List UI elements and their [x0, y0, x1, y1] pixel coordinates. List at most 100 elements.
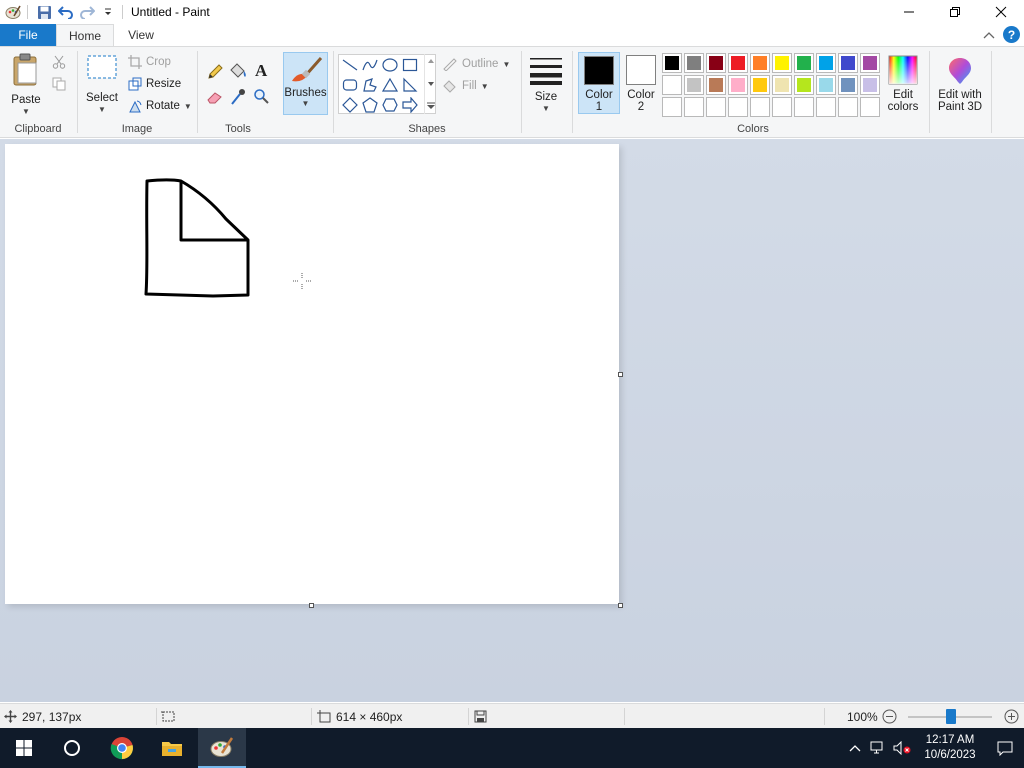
palette-swatch[interactable] [750, 75, 770, 95]
curve-shape-icon[interactable] [361, 56, 379, 74]
file-explorer-taskbar-button[interactable] [148, 728, 196, 768]
rotate-button[interactable]: Rotate ▼ [128, 96, 192, 116]
pentagon-shape-icon[interactable] [361, 96, 379, 114]
zoom-out-button[interactable] [882, 704, 897, 729]
scroll-up-icon[interactable] [427, 58, 435, 64]
clock[interactable]: 12:17 AM 10/6/2023 [914, 733, 986, 763]
shapes-scrollbar[interactable] [424, 54, 436, 114]
collapse-ribbon-icon[interactable] [983, 31, 995, 39]
rounded-rectangle-shape-icon[interactable] [341, 76, 359, 94]
cut-icon[interactable] [52, 55, 66, 72]
zoom-slider-thumb[interactable] [946, 709, 956, 724]
close-icon[interactable] [978, 0, 1024, 24]
brushes-button[interactable]: Brushes ▼ [283, 52, 328, 115]
action-center-icon[interactable] [986, 741, 1024, 756]
palette-swatch[interactable] [772, 75, 792, 95]
drawing-canvas[interactable] [5, 144, 619, 604]
palette-swatch[interactable] [860, 97, 880, 117]
scroll-down-icon[interactable] [427, 81, 435, 87]
palette-swatch[interactable] [816, 97, 836, 117]
resize-button[interactable]: Resize [128, 74, 181, 94]
chevron-down-icon[interactable]: ▼ [302, 99, 310, 108]
network-icon[interactable] [866, 741, 890, 755]
palette-swatch[interactable] [750, 97, 770, 117]
copy-icon[interactable] [52, 77, 66, 94]
chevron-down-icon[interactable]: ▼ [542, 103, 550, 115]
palette-swatch[interactable] [860, 75, 880, 95]
minimize-icon[interactable] [886, 0, 932, 24]
undo-icon[interactable] [55, 2, 76, 22]
hexagon-shape-icon[interactable] [381, 96, 399, 114]
palette-swatch[interactable] [728, 53, 748, 73]
tab-file[interactable]: File [0, 24, 56, 46]
chrome-taskbar-button[interactable] [98, 728, 146, 768]
palette-swatch[interactable] [750, 53, 770, 73]
crop-button[interactable]: Crop [128, 52, 171, 72]
palette-swatch[interactable] [860, 53, 880, 73]
oval-shape-icon[interactable] [381, 56, 399, 74]
chevron-down-icon[interactable]: ▼ [184, 102, 192, 111]
chevron-down-icon[interactable]: ▼ [98, 104, 106, 116]
right-triangle-shape-icon[interactable] [401, 76, 419, 94]
palette-swatch[interactable] [794, 97, 814, 117]
palette-swatch[interactable] [728, 97, 748, 117]
palette-swatch[interactable] [816, 75, 836, 95]
resize-handle-bottom[interactable] [309, 603, 314, 608]
save-icon[interactable] [34, 2, 55, 22]
fill-bucket-icon[interactable] [228, 62, 248, 83]
rectangle-shape-icon[interactable] [401, 56, 419, 74]
magnifier-icon[interactable] [253, 88, 269, 109]
palette-swatch[interactable] [728, 75, 748, 95]
search-button[interactable] [48, 728, 96, 768]
palette-swatch[interactable] [838, 53, 858, 73]
palette-swatch[interactable] [772, 97, 792, 117]
select-button[interactable]: Select ▼ [82, 53, 122, 116]
fill-button[interactable]: Fill ▼ [442, 76, 489, 96]
edit-colors-button[interactable]: Edit colors [882, 55, 924, 113]
tab-view[interactable]: View [118, 24, 164, 46]
color1-button[interactable]: Color 1 [578, 52, 620, 114]
resize-handle-right[interactable] [618, 372, 623, 377]
edit-with-paint3d-button[interactable]: Edit with Paint 3D [934, 55, 986, 113]
canvas-workspace[interactable] [0, 139, 1024, 702]
line-shape-icon[interactable] [341, 56, 359, 74]
palette-swatch[interactable] [684, 75, 704, 95]
palette-swatch[interactable] [794, 75, 814, 95]
expand-gallery-icon[interactable] [426, 102, 436, 110]
palette-swatch[interactable] [706, 75, 726, 95]
palette-swatch[interactable] [772, 53, 792, 73]
resize-handle-corner[interactable] [618, 603, 623, 608]
color2-button[interactable]: Color 2 [620, 52, 662, 114]
text-tool-icon[interactable]: A [253, 61, 271, 82]
restore-icon[interactable] [932, 0, 978, 24]
triangle-shape-icon[interactable] [381, 76, 399, 94]
diamond-shape-icon[interactable] [341, 96, 359, 114]
palette-swatch[interactable] [794, 53, 814, 73]
palette-swatch[interactable] [706, 97, 726, 117]
palette-swatch[interactable] [684, 53, 704, 73]
zoom-in-button[interactable] [1004, 704, 1019, 729]
pencil-icon[interactable] [206, 63, 224, 84]
polygon-shape-icon[interactable] [361, 76, 379, 94]
eraser-icon[interactable] [206, 89, 224, 108]
paint-taskbar-button[interactable] [198, 728, 246, 768]
palette-swatch[interactable] [684, 97, 704, 117]
right-arrow-shape-icon[interactable] [401, 96, 419, 114]
tab-home[interactable]: Home [56, 24, 114, 47]
redo-icon[interactable] [76, 2, 97, 22]
start-button[interactable] [0, 728, 48, 768]
help-icon[interactable]: ? [1003, 26, 1020, 43]
customize-dropdown-icon[interactable] [97, 2, 118, 22]
palette-swatch[interactable] [838, 97, 858, 117]
paint-app-icon[interactable] [2, 2, 23, 22]
palette-swatch[interactable] [706, 53, 726, 73]
palette-swatch[interactable] [662, 97, 682, 117]
outline-button[interactable]: Outline ▼ [442, 54, 510, 74]
palette-swatch[interactable] [838, 75, 858, 95]
volume-muted-icon[interactable] [890, 741, 914, 755]
palette-swatch[interactable] [662, 75, 682, 95]
size-button[interactable]: Size ▼ [526, 55, 566, 115]
chevron-down-icon[interactable]: ▼ [22, 106, 30, 118]
palette-swatch[interactable] [662, 53, 682, 73]
color-picker-icon[interactable] [230, 88, 246, 109]
